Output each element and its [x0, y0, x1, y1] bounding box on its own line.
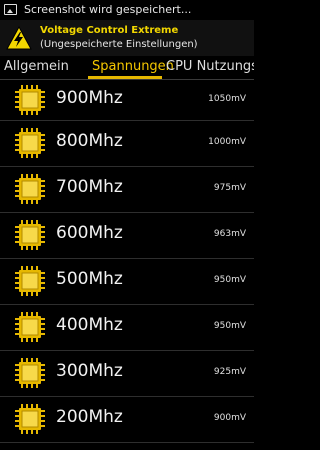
voltage-row[interactable]: 900Mhz 1050mV: [0, 81, 254, 121]
frequency-label: 700Mhz: [56, 177, 123, 197]
app-subtitle: (Ungespeicherte Einstellungen): [40, 39, 198, 50]
frequency-label: 800Mhz: [56, 131, 123, 151]
frequency-label: 900Mhz: [56, 88, 123, 108]
voltage-row[interactable]: 400Mhz 950mV: [0, 305, 254, 351]
tab-allgemein[interactable]: Allgemein: [4, 59, 69, 74]
voltage-value: 1050mV: [208, 94, 246, 104]
cpu-chip-icon: [14, 84, 46, 120]
voltage-list[interactable]: 900Mhz 1050mV 800Mhz 1000mV 700Mhz 975mV 600Mh…: [0, 81, 254, 443]
voltage-row[interactable]: 700Mhz 975mV: [0, 167, 254, 213]
voltage-value: 900mV: [213, 413, 246, 423]
frequency-label: 200Mhz: [56, 407, 123, 427]
voltage-value: 963mV: [213, 229, 246, 239]
active-tab-indicator: [88, 76, 162, 79]
voltage-row[interactable]: 500Mhz 950mV: [0, 259, 254, 305]
frequency-label: 500Mhz: [56, 269, 123, 289]
tab-spannungen[interactable]: Spannungen: [92, 59, 174, 74]
cpu-chip-icon: [14, 357, 46, 393]
voltage-value: 1000mV: [208, 137, 246, 147]
screenshot-icon: [4, 4, 17, 15]
app-bar: Voltage Control Extreme (Ungespeicherte …: [0, 20, 254, 56]
voltage-row[interactable]: 800Mhz 1000mV: [0, 121, 254, 167]
cpu-chip-icon: [14, 265, 46, 301]
frequency-label: 300Mhz: [56, 361, 123, 381]
cpu-chip-icon: [14, 311, 46, 347]
voltage-value: 950mV: [213, 321, 246, 331]
voltage-value: 975mV: [213, 183, 246, 193]
tab-bar: Allgemein Spannungen CPU Nutzungsv: [0, 56, 254, 80]
voltage-value: 925mV: [213, 367, 246, 377]
voltage-value: 950mV: [213, 275, 246, 285]
warning-icon: [6, 25, 32, 54]
status-text: Screenshot wird gespeichert...: [24, 3, 192, 16]
voltage-row[interactable]: 600Mhz 963mV: [0, 213, 254, 259]
frequency-label: 400Mhz: [56, 315, 123, 335]
status-bar: Screenshot wird gespeichert...: [0, 0, 254, 20]
app-title: Voltage Control Extreme: [40, 25, 179, 36]
cpu-chip-icon: [14, 127, 46, 163]
cpu-chip-icon: [14, 173, 46, 209]
cpu-chip-icon: [14, 403, 46, 439]
cpu-chip-icon: [14, 219, 46, 255]
frequency-label: 600Mhz: [56, 223, 123, 243]
voltage-row[interactable]: 300Mhz 925mV: [0, 351, 254, 397]
voltage-row[interactable]: 200Mhz 900mV: [0, 397, 254, 443]
tab-cpu-nutzung[interactable]: CPU Nutzungsv: [166, 59, 254, 74]
